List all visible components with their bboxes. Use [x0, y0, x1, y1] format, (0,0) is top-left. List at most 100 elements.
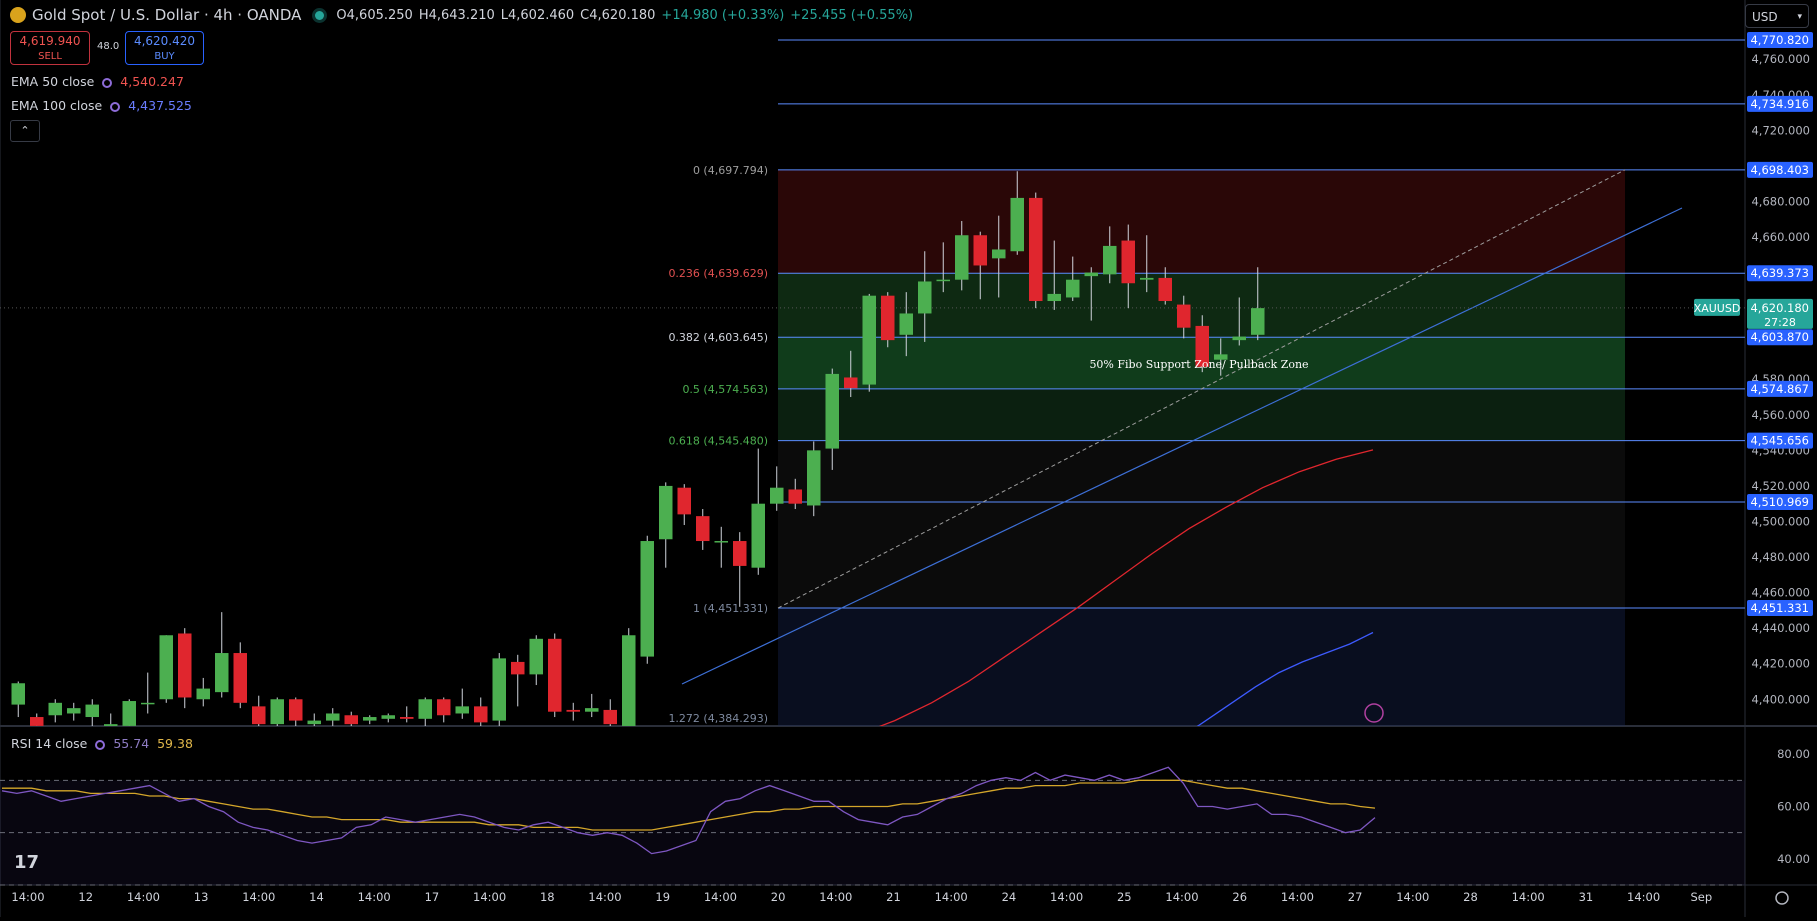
ema50-legend[interactable]: EMA 50 close 4,540.247 [11, 74, 184, 89]
collapse-legend-button[interactable]: ⌃ [10, 120, 40, 142]
refresh-icon [95, 740, 106, 750]
fib-level-label: 0.5 (4,574.563) [682, 383, 768, 396]
candle-body [363, 717, 377, 721]
candle-body [381, 715, 395, 719]
candle-body [122, 701, 136, 726]
time-axis-tick: 14:00 [242, 890, 275, 904]
rsi-value: 55.74 [113, 736, 150, 751]
time-axis-tick: 14 [309, 890, 324, 904]
tradingview-logo-icon: 17 [14, 852, 39, 873]
fib-level-label: 0 (4,697.794) [693, 164, 768, 177]
ohlc-low: L4,602.460 [500, 7, 575, 23]
rsi-label: RSI 14 close [11, 736, 88, 751]
fib-zone [778, 169, 1625, 274]
candle-body [196, 688, 210, 700]
candle-body [677, 487, 691, 515]
candle-body [85, 704, 99, 718]
candle-body [270, 699, 284, 725]
candle-body [30, 717, 44, 726]
ema100-label: EMA 100 close [11, 98, 103, 113]
ohlc-change-extended: +25.455 (+0.55%) [790, 7, 914, 23]
candle-body [733, 541, 747, 566]
candle-body [844, 377, 858, 389]
time-axis-tick: 31 [1579, 890, 1594, 904]
sell-price: 4,619.940 [19, 34, 81, 48]
rsi-axis-tick: 40.00 [1777, 852, 1810, 866]
ema100-legend[interactable]: EMA 100 close 4,437.525 [11, 98, 192, 113]
rsi-legend[interactable]: RSI 14 close 55.74 59.38 [11, 736, 193, 751]
candle-body [1121, 240, 1135, 284]
time-axis-tick: 17 [425, 890, 440, 904]
chevron-up-icon: ⌃ [20, 124, 30, 137]
time-axis-tick: 14:00 [704, 890, 737, 904]
price-axis-tick: 4,460.000 [1751, 586, 1810, 600]
fib-level-label: 0.236 (4,639.629) [668, 267, 768, 280]
fib-zone [778, 440, 1625, 608]
price-axis-tick: 4,420.000 [1751, 657, 1810, 671]
buy-button[interactable]: 4,620.420 BUY [125, 31, 204, 65]
candle-body [400, 717, 414, 719]
price-axis-tick: 4,440.000 [1751, 621, 1810, 635]
price-label: 4,510.969 [1750, 495, 1809, 509]
time-axis-tick: 14:00 [11, 890, 44, 904]
candle-body [1177, 304, 1191, 328]
rsi-axis-tick: 60.00 [1777, 800, 1810, 814]
gold-logo-icon [10, 7, 26, 23]
ohlc-close: C4,620.180 [580, 7, 656, 23]
candle-body [992, 249, 1006, 259]
currency-select[interactable]: USD ▾ [1745, 4, 1809, 28]
rsi-ma-value: 59.38 [157, 736, 193, 751]
buy-price: 4,620.420 [133, 34, 196, 48]
candle-body [918, 281, 932, 314]
time-axis-tick: 14:00 [473, 890, 506, 904]
time-axis-tick: Sep [1690, 890, 1712, 904]
candle-body [770, 487, 784, 504]
chevron-down-icon: ▾ [1797, 12, 1802, 22]
fib-level-label: 0.618 (4,545.480) [668, 435, 768, 448]
time-axis-tick: 14:00 [588, 890, 621, 904]
price-axis-tick: 4,680.000 [1751, 194, 1810, 208]
chart-stage[interactable]: 0 (4,697.794) 0.236 (4,639.629) 0.382 (4,6… [0, 0, 1817, 917]
candle-body [529, 638, 543, 675]
time-axis-tick: 27 [1348, 890, 1363, 904]
candle-body [437, 699, 451, 716]
price-label: 4,545.656 [1750, 434, 1809, 448]
fib-zone [778, 388, 1625, 441]
candle-body [622, 635, 636, 726]
price-axis-tick: 4,400.000 [1751, 692, 1810, 706]
candle-body [1158, 277, 1172, 302]
price-axis-tick: 4,480.000 [1751, 550, 1810, 564]
candle-body [825, 373, 839, 449]
price-axis-tick: 4,720.000 [1751, 123, 1810, 137]
price-label: 4,698.403 [1750, 163, 1809, 177]
candle-body [1232, 336, 1246, 341]
time-axis-tick: 25 [1117, 890, 1132, 904]
candle-body [326, 713, 340, 721]
candle-body [474, 706, 488, 723]
sell-button[interactable]: 4,619.940 SELL [10, 31, 90, 65]
candle-body [714, 541, 728, 543]
price-axis-tick: 4,520.000 [1751, 479, 1810, 493]
fib-level-label: 1 (4,451.331) [693, 602, 768, 615]
price-label: 4,734.916 [1750, 97, 1809, 111]
time-axis-tick: 14:00 [1512, 890, 1545, 904]
ema50-value: 4,540.247 [120, 74, 184, 89]
candle-body [418, 699, 432, 719]
price-label: 4,770.820 [1750, 33, 1809, 47]
candle-body [252, 706, 266, 725]
price-chart[interactable]: 0 (4,697.794) 0.236 (4,639.629) 0.382 (4,6… [0, 0, 1817, 917]
time-axis-tick: 28 [1463, 890, 1478, 904]
price-label: 4,574.867 [1750, 382, 1809, 396]
candle-body [807, 450, 821, 506]
time-axis-tick: 14:00 [1050, 890, 1083, 904]
candle-body [455, 706, 469, 714]
candle-body [899, 313, 913, 335]
market-open-status-icon [315, 10, 325, 20]
currency-value: USD [1752, 10, 1778, 24]
candle-body [159, 635, 173, 700]
symbol-title[interactable]: Gold Spot / U.S. Dollar · 4h · OANDA [32, 6, 301, 24]
time-axis-tick: 19 [655, 890, 670, 904]
time-axis-tick: 21 [886, 890, 901, 904]
time-axis-tick: 14:00 [819, 890, 852, 904]
candle-body [11, 683, 25, 705]
